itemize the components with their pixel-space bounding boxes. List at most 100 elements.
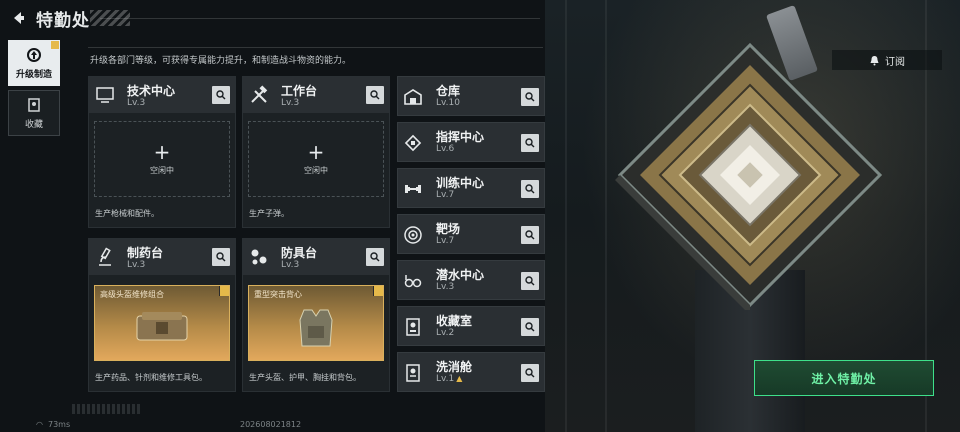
crafting-slot[interactable]: 高级头盔维修组合	[94, 285, 230, 361]
search-icon	[525, 276, 535, 286]
subscribe-label: 订阅	[885, 56, 905, 68]
search-button[interactable]	[366, 248, 384, 266]
description-divider	[88, 47, 543, 48]
command-chip-icon	[404, 134, 422, 152]
back-arrow-icon[interactable]	[10, 10, 26, 26]
plus-icon: +	[153, 139, 171, 164]
card-header: 工作台 Lv.3	[243, 77, 389, 113]
enter-facility-button[interactable]: 进入特勤处	[754, 360, 934, 396]
search-button[interactable]	[212, 248, 230, 266]
card-name: 潜水中心	[436, 268, 485, 282]
idle-slot[interactable]: + 空闲中	[94, 121, 230, 197]
plus-icon: +	[307, 139, 325, 164]
card-workbench[interactable]: 工作台 Lv.3 + 空闲中 生产子弹。	[242, 76, 390, 228]
repair-kit-icon	[136, 312, 188, 341]
card-name: 指挥中心	[436, 130, 485, 144]
search-button[interactable]	[521, 364, 539, 382]
card-level: Lv.3	[127, 98, 146, 108]
card-warehouse[interactable]: 仓库 Lv.10	[397, 76, 545, 116]
search-button[interactable]	[366, 86, 384, 104]
search-icon	[525, 230, 535, 240]
search-button[interactable]	[521, 272, 539, 290]
search-icon	[370, 90, 380, 100]
craft-badge	[373, 286, 383, 296]
subscribe-button[interactable]: 订阅	[832, 50, 942, 70]
collection-icon	[406, 318, 420, 336]
nav-label-upgrade: 升级制造	[15, 69, 52, 80]
nav-collection[interactable]: 收藏	[8, 90, 60, 136]
card-name: 仓库	[436, 84, 461, 98]
warehouse-icon	[404, 89, 422, 105]
search-icon	[525, 368, 535, 378]
card-header: 防具台 Lv.3	[243, 239, 389, 275]
monitor-icon	[96, 87, 114, 103]
card-header: 制药台 Lv.3	[89, 239, 235, 275]
card-name: 技术中心	[127, 84, 176, 98]
card-header: 技术中心 Lv.3	[89, 77, 235, 113]
dumbbell-icon	[405, 185, 421, 193]
craft-item-name: 高级头盔维修组合	[100, 290, 164, 299]
card-level: Lv.7	[436, 190, 455, 200]
idle-text: 空闲中	[150, 165, 174, 175]
card-name: 防具台	[281, 246, 318, 260]
card-shooting-range[interactable]: 靶场 Lv.7	[397, 214, 545, 254]
card-footer: 生产枪械和配件。	[95, 209, 159, 218]
card-footer: 生产药品、针剂和维修工具包。	[95, 373, 207, 382]
card-level: Lv.7	[436, 236, 455, 246]
title-divider	[100, 18, 540, 19]
search-button[interactable]	[521, 318, 539, 336]
wifi-icon: ◠	[36, 420, 43, 429]
search-button[interactable]	[521, 226, 539, 244]
target-icon	[404, 226, 422, 244]
card-name: 工作台	[281, 84, 318, 98]
card-level: Lv.3	[436, 282, 455, 292]
craft-badge	[219, 286, 229, 296]
search-button[interactable]	[521, 134, 539, 152]
card-command-center[interactable]: 指挥中心 Lv.6	[397, 122, 545, 162]
page-title: 特勤处	[36, 10, 90, 31]
ping-text: 73ms	[48, 420, 71, 429]
card-name: 制药台	[127, 246, 164, 260]
card-level: Lv.3	[281, 98, 300, 108]
search-icon	[370, 252, 380, 262]
card-level: Lv.3	[127, 260, 146, 270]
card-level: Lv.6	[436, 144, 455, 154]
card-name: 训练中心	[436, 176, 485, 190]
card-collection-room[interactable]: 收藏室 Lv.2	[397, 306, 545, 346]
card-footer: 生产子弹。	[249, 209, 289, 218]
card-diving-center[interactable]: 潜水中心 Lv.3	[397, 260, 545, 300]
search-icon	[525, 138, 535, 148]
nav-label-collection: 收藏	[24, 119, 43, 130]
card-level: Lv.1 ▲	[436, 374, 462, 384]
left-nav: 升级制造 收藏	[8, 40, 64, 140]
card-pharmacy[interactable]: 制药台 Lv.3 高级头盔维修组合 生产药品、针剂和维修工具包。	[88, 238, 236, 392]
watermark-decoration	[72, 404, 140, 414]
search-icon	[216, 252, 226, 262]
microscope-icon	[99, 247, 111, 266]
level-text: Lv.1	[436, 374, 455, 384]
search-button[interactable]	[521, 88, 539, 106]
card-training-center[interactable]: 训练中心 Lv.7	[397, 168, 545, 208]
upgrade-arrow-icon: ▲	[456, 374, 463, 383]
card-decon-chamber[interactable]: 洗消舱 Lv.1 ▲	[397, 352, 545, 392]
card-tech-center[interactable]: 技术中心 Lv.3 + 空闲中 生产枪械和配件。	[88, 76, 236, 228]
craft-item-name: 重型突击背心	[254, 290, 302, 299]
search-icon	[525, 322, 535, 332]
nav-upgrade-craft[interactable]: 升级制造	[8, 40, 60, 86]
armor-pieces-icon	[251, 249, 267, 265]
search-button[interactable]	[212, 86, 230, 104]
collection-icon	[28, 97, 40, 112]
hammer-wrench-icon	[251, 85, 268, 103]
card-name: 收藏室	[436, 314, 473, 328]
idle-text: 空闲中	[304, 165, 328, 175]
card-name: 洗消舱	[436, 360, 473, 374]
description-text: 升级各部门等级，可获得专属能力提升，和制造战斗物资的能力。	[90, 56, 352, 66]
uid-text: 20260802181​2	[240, 420, 302, 429]
idle-slot[interactable]: + 空闲中	[248, 121, 384, 197]
card-level: Lv.3	[281, 260, 300, 270]
card-armory[interactable]: 防具台 Lv.3 重型突击背心 生产头盔、护甲、胸挂和背包。	[242, 238, 390, 392]
crafting-slot[interactable]: 重型突击背心	[248, 285, 384, 361]
upgrade-gear-icon	[27, 47, 41, 62]
card-level: Lv.2	[436, 328, 455, 338]
search-button[interactable]	[521, 180, 539, 198]
